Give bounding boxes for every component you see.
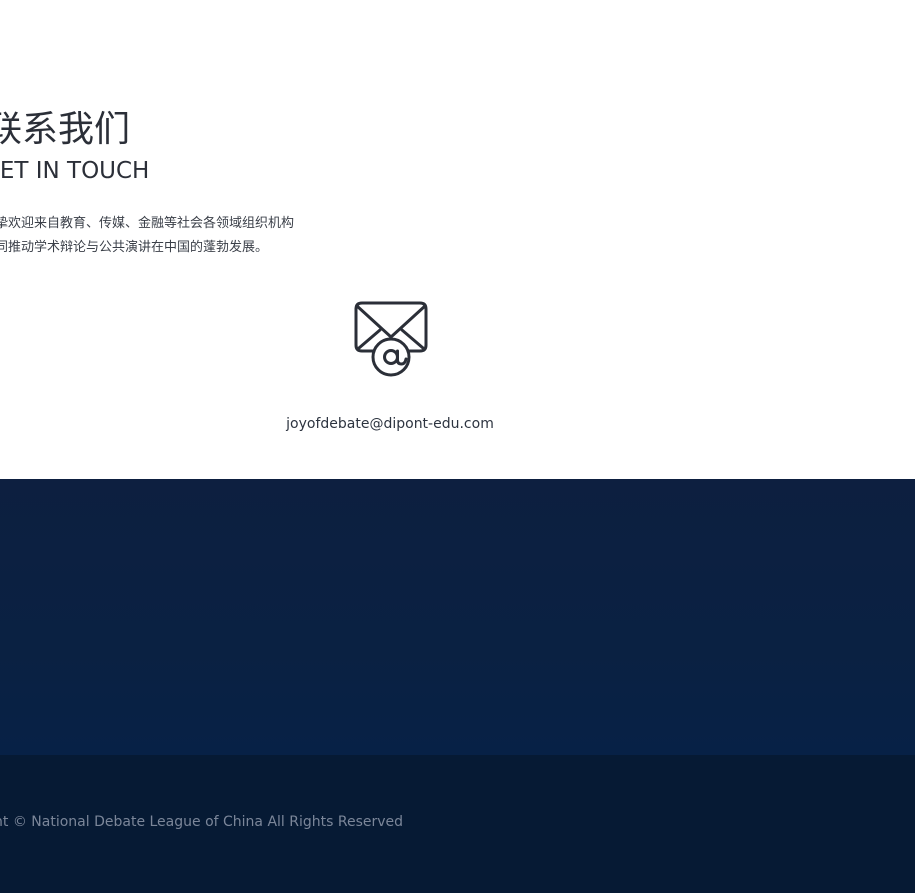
contact-email-link[interactable]: joyofdebate@dipont-edu.com	[0, 414, 780, 434]
footer: Copyright © National Debate League of Ch…	[0, 755, 915, 893]
contact-description: 诚挚欢迎来自教育、传媒、金融等社会各领域组织机构 共同推动学术辩论与公共演讲在中…	[0, 212, 294, 260]
page: 联系我们 GET IN TOUCH 诚挚欢迎来自教育、传媒、金融等社会各领域组织…	[0, 0, 915, 893]
footer-band	[0, 479, 915, 755]
copyright-text: Copyright © National Debate League of Ch…	[0, 814, 404, 830]
description-line-1: 诚挚欢迎来自教育、传媒、金融等社会各领域组织机构	[0, 216, 295, 231]
contact-heading-cn: 联系我们	[0, 109, 131, 150]
description-line-2: 共同推动学术辩论与公共演讲在中国的蓬勃发展。	[0, 240, 269, 255]
envelope-at-icon	[354, 301, 428, 377]
contact-section: 联系我们 GET IN TOUCH 诚挚欢迎来自教育、传媒、金融等社会各领域组织…	[0, 0, 915, 479]
contact-heading-en: GET IN TOUCH	[0, 158, 150, 184]
